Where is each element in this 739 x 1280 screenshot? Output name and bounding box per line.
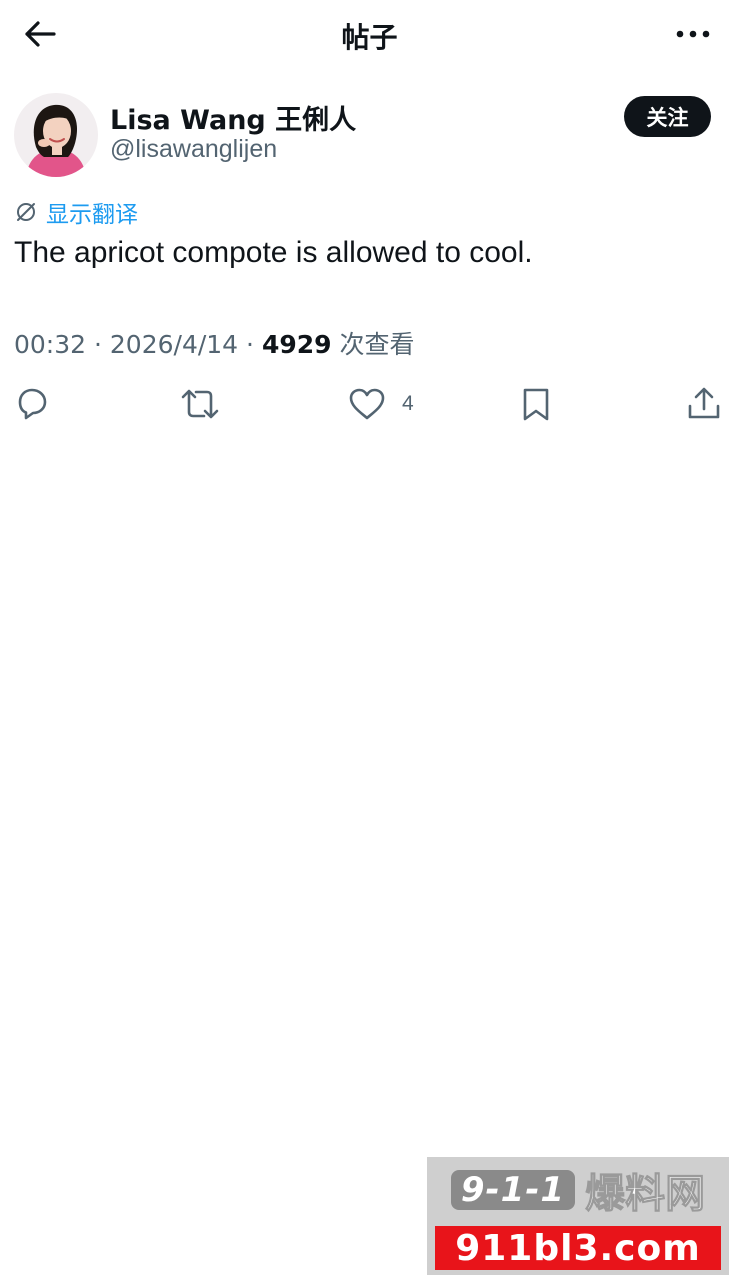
action-bar: 4 [0,380,739,428]
reply-button[interactable] [12,380,52,428]
meta-separator: · [94,330,102,359]
like-count: 4 [402,392,414,415]
show-translation-label: 显示翻译 [46,202,138,228]
heart-icon [349,388,385,420]
post-time[interactable]: 00:32 [14,330,86,359]
show-translation-link[interactable]: 显示翻译 [14,197,138,228]
bookmark-icon [523,388,549,421]
follow-button[interactable]: 关注 [624,96,711,137]
watermark-domain: 911bl3.com [435,1226,721,1270]
more-horizontal-icon [676,30,710,38]
post-meta: 00:32 · 2026/4/14 · 4929 次查看 [14,325,415,361]
bookmark-button[interactable] [516,380,556,428]
watermark-chinese: 爆料网 [585,1171,706,1218]
author-handle[interactable]: @lisawanglijen [110,135,277,164]
author-display-name[interactable]: Lisa Wang 王俐人 [110,98,356,137]
meta-separator: · [246,330,254,359]
watermark-badge: 9-1-1 [450,1170,576,1210]
avatar[interactable] [14,93,98,177]
translate-icon [17,203,35,221]
top-bar: 帖子 [0,0,739,68]
watermark: 9-1-1 爆料网 911bl3.com [427,1157,729,1275]
repost-icon [181,389,219,419]
watermark-top: 9-1-1 爆料网 [427,1157,729,1223]
post-date[interactable]: 2026/4/14 [110,330,238,359]
share-button[interactable] [684,380,724,428]
page-title: 帖子 [341,21,398,54]
reply-icon [18,388,47,420]
share-icon [688,387,720,419]
repost-button[interactable] [178,380,222,428]
like-button[interactable]: 4 [346,380,414,428]
avatar-photo [14,93,98,177]
more-button[interactable] [671,16,715,52]
post-text: The apricot compote is allowed to cool. [14,236,533,269]
views-label: 次查看 [339,330,415,359]
views-count: 4929 [261,330,332,359]
